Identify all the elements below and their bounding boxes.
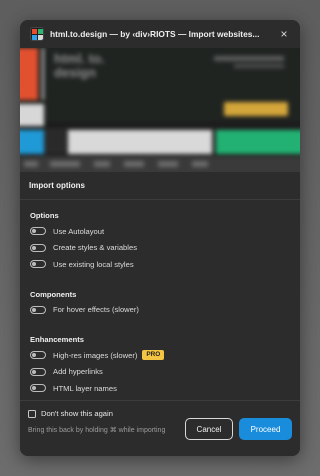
dialog-footer: Don't show this again Bring this back by… bbox=[20, 400, 300, 456]
option-label: Use Autolayout bbox=[53, 226, 105, 236]
toggle-switch[interactable] bbox=[30, 227, 46, 236]
toggle-switch[interactable] bbox=[30, 243, 46, 252]
option-add-hyperlinks[interactable]: Add hyperlinks bbox=[30, 364, 290, 381]
toggle-switch[interactable] bbox=[30, 351, 46, 360]
option-label: Add hyperlinks bbox=[53, 367, 103, 377]
plugin-dialog: html.to.design — by ‹div›RIOTS — Import … bbox=[20, 20, 300, 456]
checkbox-label: Don't show this again bbox=[41, 409, 113, 418]
import-options-panel: Import options Options Use Autolayout Cr… bbox=[20, 172, 300, 400]
group-title: Components bbox=[30, 289, 77, 299]
cancel-button[interactable]: Cancel bbox=[185, 418, 233, 440]
toggle-switch[interactable] bbox=[30, 305, 46, 314]
option-label: For hover effects (slower) bbox=[53, 305, 139, 315]
window-title: html.to.design — by ‹div›RIOTS — Import … bbox=[50, 29, 260, 39]
proceed-button[interactable]: Proceed bbox=[239, 418, 292, 440]
toggle-switch[interactable] bbox=[30, 384, 46, 393]
group-title: Enhancements bbox=[30, 335, 85, 344]
close-icon[interactable]: × bbox=[276, 26, 292, 42]
option-label: Create styles & variables bbox=[53, 243, 137, 253]
dont-show-again-checkbox[interactable]: Don't show this again bbox=[28, 409, 113, 418]
checkbox-box[interactable] bbox=[28, 409, 36, 418]
option-use-existing-local-styles[interactable]: Use existing local styles bbox=[30, 256, 290, 273]
option-hover-effects[interactable]: For hover effects (slower) bbox=[30, 302, 290, 319]
option-use-autolayout[interactable]: Use Autolayout bbox=[30, 223, 290, 240]
import-options-heading: Import options bbox=[20, 172, 300, 200]
pro-badge: PRO bbox=[142, 350, 165, 361]
toggle-switch[interactable] bbox=[30, 367, 46, 376]
website-preview-thumbnail: html. to. design bbox=[20, 48, 300, 172]
app-logo-icon bbox=[30, 27, 44, 41]
components-group: Components For hover effects (slower) bbox=[20, 285, 300, 319]
group-title: Options bbox=[30, 211, 59, 220]
option-create-styles-variables[interactable]: Create styles & variables bbox=[30, 240, 290, 257]
title-bar: html.to.design — by ‹div›RIOTS — Import … bbox=[20, 20, 300, 48]
option-high-res-images[interactable]: High-res images (slower) PRO bbox=[30, 347, 290, 364]
enhancements-group: Enhancements High-res images (slower) PR… bbox=[20, 330, 300, 397]
option-html-layer-names[interactable]: HTML layer names bbox=[30, 380, 290, 397]
preview-blurred-text: html. to. design bbox=[54, 51, 105, 80]
option-label: Use existing local styles bbox=[53, 259, 134, 269]
toggle-switch[interactable] bbox=[30, 260, 46, 269]
option-label: HTML layer names bbox=[53, 383, 117, 393]
option-label: High-res images (slower) bbox=[53, 350, 138, 360]
hint-text: Bring this back by holding ⌘ while impor… bbox=[28, 427, 166, 434]
options-group: Options Use Autolayout Create styles & v… bbox=[20, 206, 300, 273]
